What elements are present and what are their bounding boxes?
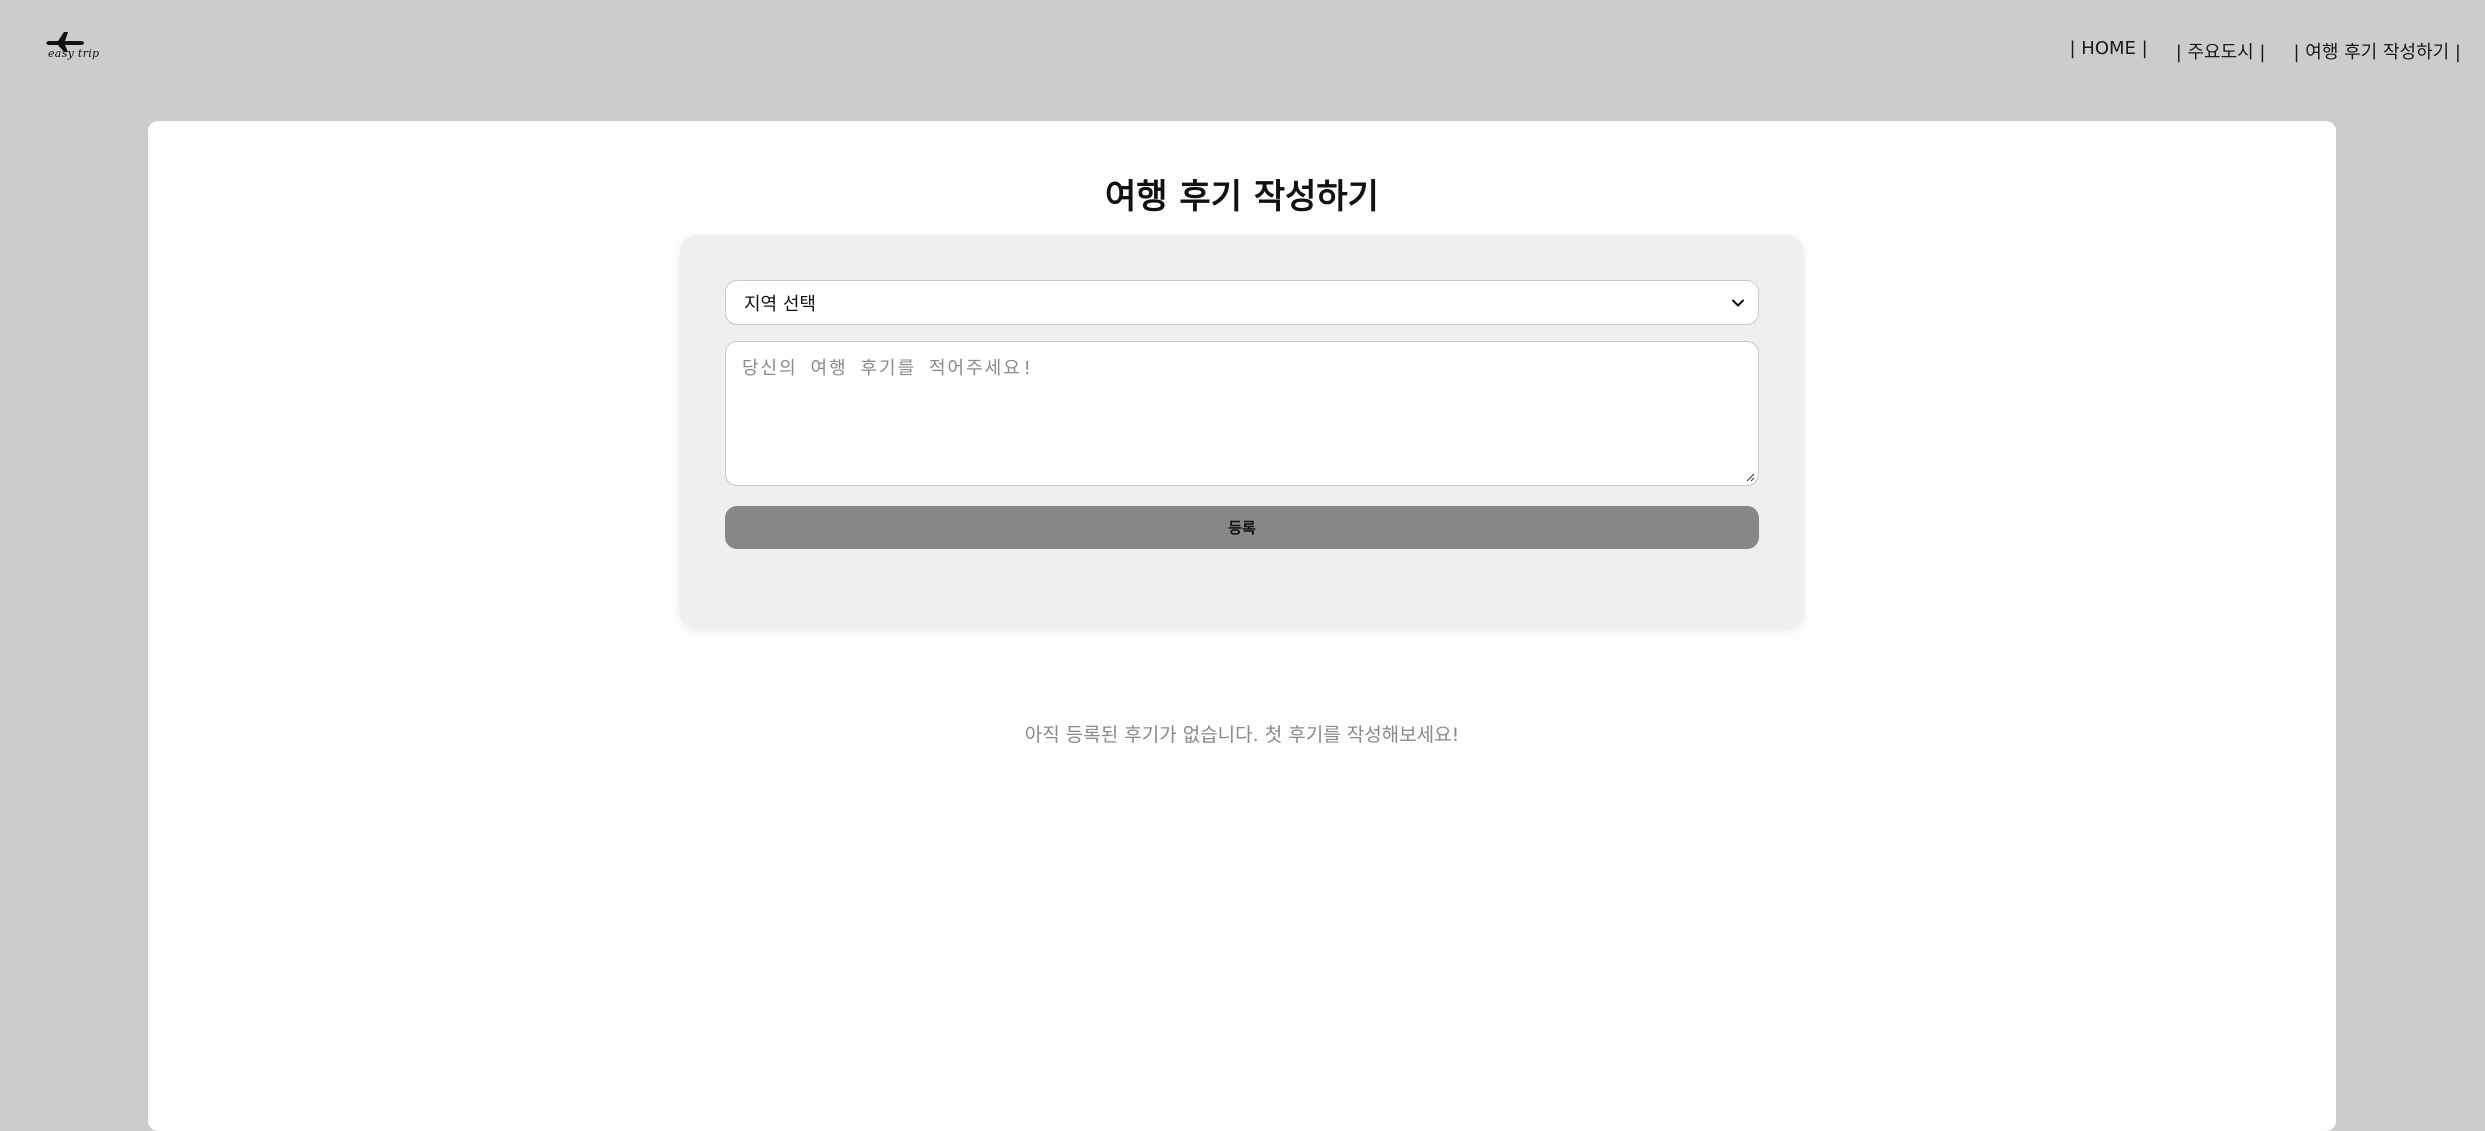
review-form: 지역 선택 당신의 여행 후기를 적어주세요! 등록 [680, 235, 1804, 629]
empty-reviews-message: 아직 등록된 후기가 없습니다. 첫 후기를 작성해보세요! [1024, 724, 1460, 746]
nav-home-link[interactable]: | HOME | [2070, 38, 2148, 64]
region-select-value: 지역 선택 [744, 293, 816, 315]
page-title: 여행 후기 작성하기 [1105, 177, 1379, 217]
resize-handle-icon[interactable] [1745, 472, 1755, 482]
nav-major-cities-link[interactable]: | 주요도시 | [2176, 38, 2266, 64]
review-textarea[interactable]: 당신의 여행 후기를 적어주세요! [725, 341, 1759, 486]
main-card: 여행 후기 작성하기 지역 선택 당신의 여행 후기를 적어주세요! 등록 아직… [148, 121, 2336, 1131]
logo-text: easy trip [48, 47, 100, 60]
nav-write-review-link[interactable]: | 여행 후기 작성하기 | [2294, 38, 2462, 64]
review-textarea-placeholder: 당신의 여행 후기를 적어주세요! [742, 358, 1035, 379]
logo[interactable]: easy trip [44, 28, 99, 66]
top-nav: | HOME | | 주요도시 | | 여행 후기 작성하기 | [2070, 38, 2462, 64]
submit-button[interactable]: 등록 [725, 506, 1759, 549]
region-select[interactable]: 지역 선택 [725, 280, 1759, 325]
chevron-down-icon [1732, 299, 1744, 307]
